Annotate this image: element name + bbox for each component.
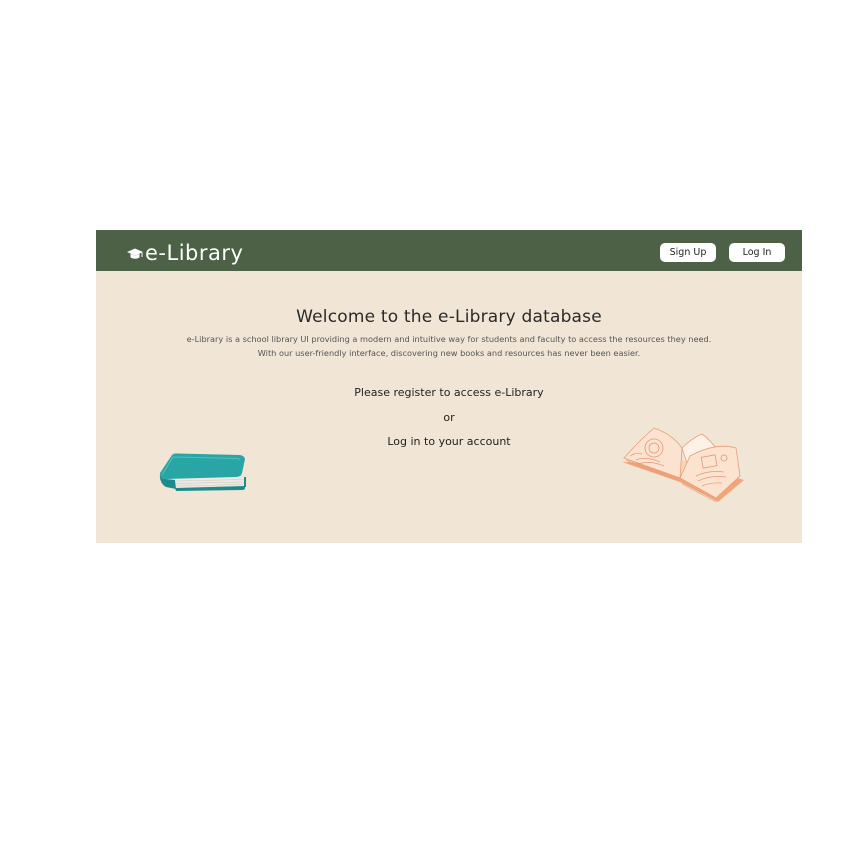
log-in-button[interactable]: Log In: [729, 243, 785, 262]
navbar: e-Library Sign Up Log In: [96, 230, 802, 271]
graduation-cap-icon: [126, 246, 144, 264]
register-link[interactable]: Please register to access e-Library: [96, 386, 802, 399]
open-book-icon: [620, 426, 752, 508]
or-separator: or: [443, 411, 455, 424]
page-title: Welcome to the e-Library database: [296, 307, 602, 327]
description-line-2: With our user-friendly interface, discov…: [257, 348, 641, 358]
closed-book-icon: [158, 453, 250, 493]
brand-name: e-Library: [145, 241, 244, 265]
app-frame: e-Library Sign Up Log In Welcome to the …: [96, 230, 802, 543]
brand-logo[interactable]: e-Library: [126, 239, 243, 267]
sign-up-button[interactable]: Sign Up: [660, 243, 716, 262]
description-line-1: e-Library is a school library UI providi…: [186, 334, 712, 344]
